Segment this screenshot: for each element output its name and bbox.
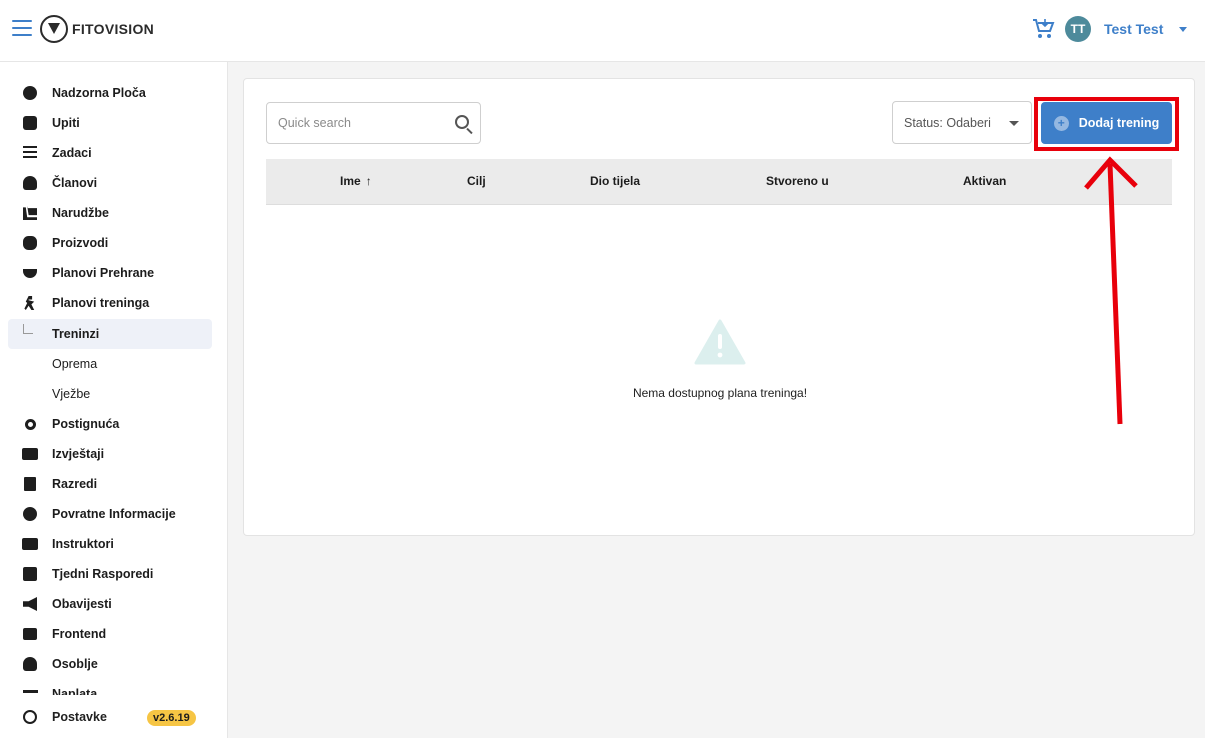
reports-icon <box>22 448 38 460</box>
column-header-cilj[interactable]: Cilj <box>467 174 486 188</box>
instructor-icon <box>22 538 38 550</box>
search-input[interactable] <box>267 103 437 143</box>
sidebar-item-label: Povratne Informacije <box>52 507 176 521</box>
sidebar-item-postignuca[interactable]: Postignuća <box>8 409 212 439</box>
table-header: Ime ↑ Cilj Dio tijela Stvoreno u Aktivan <box>266 159 1172 205</box>
sidebar-item-label: Proizvodi <box>52 236 109 250</box>
smiley-icon <box>23 507 37 521</box>
user-name[interactable]: Test Test <box>1104 21 1163 37</box>
sidebar-item-postavke[interactable]: Postavke v2.6.19 <box>8 702 212 732</box>
empty-message: Nema dostupnog plana treninga! <box>632 386 808 400</box>
search-box <box>266 102 481 144</box>
sidebar-item-izvjestaji[interactable]: Izvještaji <box>8 439 212 469</box>
status-select-label: Status: Odaberi <box>904 115 991 130</box>
members-icon <box>23 176 37 190</box>
sidebar-item-label: Članovi <box>52 176 98 190</box>
sidebar-item-label: Oprema <box>52 357 98 371</box>
sidebar-item-frontend[interactable]: Frontend <box>8 619 212 649</box>
warning-icon <box>694 319 746 365</box>
logo-text: FITOVISION <box>72 21 155 37</box>
column-header-stvoreno-u[interactable]: Stvoreno u <box>766 174 829 188</box>
sidebar-item-label: Razredi <box>52 477 98 491</box>
window-icon <box>23 628 37 640</box>
award-icon <box>24 418 36 430</box>
sidebar-item-nadzorna-ploca[interactable]: Nadzorna Ploča <box>8 78 212 108</box>
chat-icon <box>23 116 37 130</box>
sidebar-item-label: Postavke <box>52 710 107 724</box>
sidebar-item-naplata[interactable]: Naplata <box>8 679 212 695</box>
sidebar-item-label: Osoblje <box>52 657 98 671</box>
sidebar-item-povratne-informacije[interactable]: Povratne Informacije <box>8 499 212 529</box>
sidebar-item-label: Vježbe <box>52 387 91 401</box>
sidebar-item-oprema[interactable]: Oprema <box>8 349 212 379</box>
cart-icon[interactable] <box>1031 17 1055 41</box>
sidebar-item-upiti[interactable]: Upiti <box>8 108 212 138</box>
sidebar-item-razredi[interactable]: Razredi <box>8 469 212 499</box>
sidebar-item-proizvodi[interactable]: Proizvodi <box>8 228 212 258</box>
sidebar-item-label: Naplata <box>52 687 98 695</box>
sidebar-item-instruktori[interactable]: Instruktori <box>8 529 212 559</box>
sidebar-item-vjezbe[interactable]: Vježbe <box>8 379 212 409</box>
search-icon[interactable] <box>455 115 469 129</box>
sidebar-item-label: Zadaci <box>52 146 92 160</box>
billing-icon <box>22 690 38 693</box>
bowl-icon <box>23 268 37 278</box>
trainings-card: Status: Odaberi + Dodaj trening Ime↑ Cil… <box>243 78 1195 536</box>
logo[interactable]: FITOVISION <box>40 15 154 43</box>
status-select[interactable]: Status: Odaberi <box>892 101 1032 144</box>
top-header: FITOVISION TT Test Test <box>0 0 1205 62</box>
sidebar-item-label: Upiti <box>52 116 80 130</box>
logo-icon <box>40 15 68 43</box>
chevron-down-icon[interactable] <box>1179 27 1187 32</box>
column-header-aktivan[interactable]: Aktivan <box>963 174 1006 188</box>
calendar-icon <box>23 567 37 581</box>
sidebar: Nadzorna Ploča Upiti Zadaci Članovi Naru… <box>0 62 228 738</box>
megaphone-icon <box>23 597 37 611</box>
sidebar-item-label: Planovi treninga <box>52 296 150 310</box>
sidebar-item-label: Frontend <box>52 627 107 641</box>
sidebar-item-clanovi[interactable]: Članovi <box>8 168 212 198</box>
runner-icon <box>24 296 35 310</box>
sidebar-item-narudzbe[interactable]: Narudžbe <box>8 198 212 228</box>
menu-icon[interactable] <box>12 20 32 36</box>
column-header-ime[interactable]: Ime ↑ <box>340 174 372 188</box>
staff-icon <box>23 657 37 671</box>
version-badge: v2.6.19 <box>147 710 196 726</box>
sidebar-item-label: Planovi Prehrane <box>52 266 155 280</box>
sidebar-item-label: Postignuća <box>52 417 120 431</box>
sidebar-item-planovi-prehrane[interactable]: Planovi Prehrane <box>8 258 212 288</box>
sidebar-item-label: Tjedni Rasporedi <box>52 567 154 581</box>
sort-arrow-icon: ↑ <box>365 174 372 188</box>
dashboard-icon <box>23 86 37 100</box>
sidebar-item-treninzi[interactable]: Treninzi <box>8 319 212 349</box>
chevron-down-icon <box>1009 121 1019 126</box>
sidebar-item-osoblje[interactable]: Osoblje <box>8 649 212 679</box>
gear-icon <box>23 710 37 724</box>
sidebar-item-label: Treninzi <box>52 327 100 341</box>
sidebar-item-label: Izvještaji <box>52 447 105 461</box>
checklist-icon <box>23 146 37 160</box>
sidebar-item-label: Nadzorna Ploča <box>52 86 146 100</box>
sidebar-item-label: Obavijesti <box>52 597 112 611</box>
avatar[interactable]: TT <box>1065 16 1091 42</box>
cart-icon <box>23 206 37 220</box>
sidebar-item-planovi-treninga[interactable]: Planovi treninga <box>8 288 212 318</box>
highlight-box <box>1034 97 1179 151</box>
branch-icon <box>23 324 33 334</box>
book-icon <box>24 477 36 491</box>
column-header-dio-tijela[interactable]: Dio tijela <box>590 174 640 188</box>
sidebar-item-zadaci[interactable]: Zadaci <box>8 138 212 168</box>
column-label: Ime <box>340 174 361 188</box>
products-icon <box>23 236 37 250</box>
sidebar-item-label: Instruktori <box>52 537 114 551</box>
sidebar-item-obavijesti[interactable]: Obavijesti <box>8 589 212 619</box>
sidebar-item-label: Narudžbe <box>52 206 109 220</box>
sidebar-item-tjedni-rasporedi[interactable]: Tjedni Rasporedi <box>8 559 212 589</box>
